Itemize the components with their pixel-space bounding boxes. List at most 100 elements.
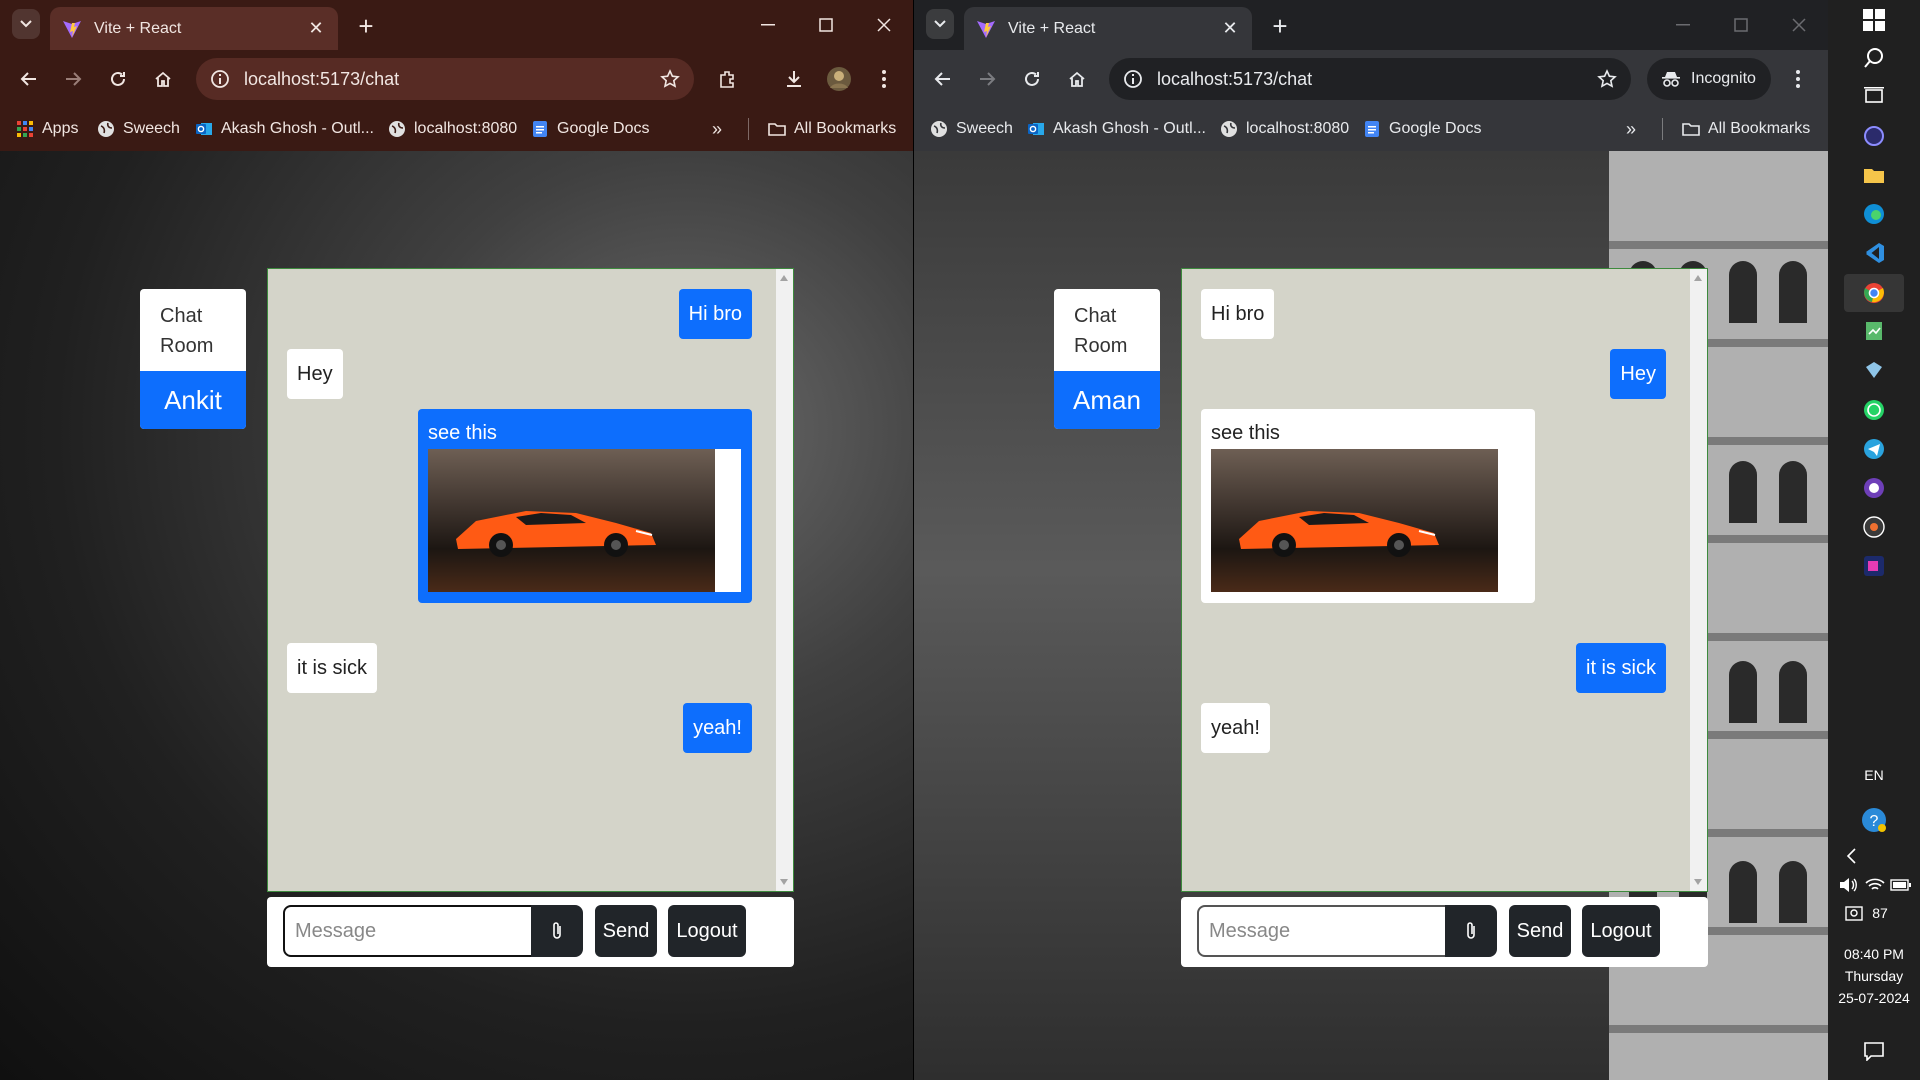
- minimize-icon[interactable]: [739, 0, 797, 50]
- more-bookmarks-chevron-icon[interactable]: »: [1626, 117, 1636, 141]
- chat-messages[interactable]: Hi bro Hey see this it is sick yeah!: [267, 268, 794, 892]
- all-bookmarks[interactable]: All Bookmarks: [1682, 117, 1810, 141]
- send-button[interactable]: Send: [1509, 905, 1571, 957]
- wifi-icon[interactable]: [1862, 872, 1888, 898]
- notification-center-icon[interactable]: [1861, 1038, 1887, 1064]
- bookmark-sweech[interactable]: Sweech: [930, 117, 1013, 141]
- app-icon[interactable]: [1861, 357, 1887, 383]
- home-icon[interactable]: [1060, 62, 1094, 96]
- tab-search-chevron-icon[interactable]: [926, 9, 954, 39]
- chrome-icon[interactable]: [1844, 274, 1904, 312]
- tab-close-icon[interactable]: ✕: [306, 18, 326, 39]
- vite-icon: [977, 20, 995, 38]
- reload-icon[interactable]: [1015, 62, 1049, 96]
- clock-time[interactable]: 08:40 PM: [1828, 944, 1920, 964]
- incognito-indicator[interactable]: Incognito: [1647, 58, 1771, 100]
- car-image[interactable]: [1211, 449, 1498, 592]
- address-bar[interactable]: localhost:5173/chat: [1109, 58, 1631, 100]
- vscode-icon[interactable]: [1861, 240, 1887, 266]
- bookmark-star-icon[interactable]: [1597, 69, 1617, 89]
- github-desktop-icon[interactable]: [1861, 475, 1887, 501]
- reload-icon[interactable]: [101, 62, 135, 96]
- notes-app-icon[interactable]: [1861, 318, 1887, 344]
- globe-icon: [1221, 121, 1237, 137]
- file-explorer-icon[interactable]: [1861, 162, 1887, 188]
- message-composer: Message Send Logout: [1181, 897, 1708, 967]
- language-indicator[interactable]: EN: [1828, 765, 1920, 785]
- forward-icon[interactable]: [56, 62, 90, 96]
- whatsapp-icon[interactable]: [1861, 397, 1887, 423]
- current-user[interactable]: Aman: [1054, 371, 1160, 429]
- download-icon[interactable]: [777, 62, 811, 96]
- maximize-icon[interactable]: [797, 0, 855, 50]
- close-icon[interactable]: [855, 0, 913, 50]
- bookmark-google-docs[interactable]: Google Docs: [531, 117, 650, 141]
- tab-close-icon[interactable]: ✕: [1220, 18, 1240, 39]
- extensions-icon[interactable]: [711, 62, 745, 96]
- minimize-icon[interactable]: [1654, 0, 1712, 50]
- bookmarks-bar: Sweech Akash Ghosh - Outl... localhost:8…: [914, 107, 1828, 151]
- scroll-up-icon[interactable]: [780, 275, 788, 281]
- logout-button[interactable]: Logout: [668, 905, 746, 957]
- chevron-left-icon[interactable]: [1838, 843, 1864, 869]
- home-icon[interactable]: [146, 62, 180, 96]
- site-info-icon[interactable]: [1123, 69, 1143, 89]
- new-tab-icon[interactable]: +: [352, 11, 380, 41]
- site-info-icon[interactable]: [210, 69, 230, 89]
- bookmark-outlook[interactable]: Akash Ghosh - Outl...: [1027, 117, 1206, 141]
- maximize-icon[interactable]: [1712, 0, 1770, 50]
- address-bar[interactable]: localhost:5173/chat: [196, 58, 694, 100]
- attach-paperclip-icon[interactable]: [1445, 905, 1497, 957]
- message-input[interactable]: Message: [283, 905, 533, 957]
- car-image[interactable]: [428, 449, 715, 592]
- photoshop-icon[interactable]: [1861, 553, 1887, 579]
- new-tab-icon[interactable]: +: [1266, 11, 1294, 41]
- chat-sidebar: Chat Room Ankit: [140, 289, 246, 429]
- scroll-down-icon[interactable]: [780, 879, 788, 885]
- tab-title: Vite + React: [1008, 19, 1096, 37]
- bookmark-google-docs[interactable]: Google Docs: [1363, 117, 1482, 141]
- obs-icon[interactable]: [1861, 514, 1887, 540]
- back-icon[interactable]: [12, 62, 46, 96]
- menu-kebab-icon[interactable]: [1781, 62, 1815, 96]
- help-icon[interactable]: ?: [1861, 807, 1887, 833]
- attach-paperclip-icon[interactable]: [531, 905, 583, 957]
- telegram-icon[interactable]: [1861, 436, 1887, 462]
- bookmark-star-icon[interactable]: [660, 69, 680, 89]
- forward-icon[interactable]: [970, 62, 1004, 96]
- scroll-up-icon[interactable]: [1694, 275, 1702, 281]
- back-icon[interactable]: [926, 62, 960, 96]
- send-button[interactable]: Send: [595, 905, 657, 957]
- tab-vite-react[interactable]: Vite + React ✕: [964, 7, 1252, 50]
- current-user[interactable]: Ankit: [140, 371, 246, 429]
- chat-messages[interactable]: Hi bro Hey see this it is sick yeah!: [1181, 268, 1708, 892]
- all-bookmarks[interactable]: All Bookmarks: [768, 117, 896, 141]
- task-view-icon[interactable]: [1861, 83, 1887, 109]
- battery-icon[interactable]: [1888, 872, 1914, 898]
- more-bookmarks-chevron-icon[interactable]: »: [712, 117, 722, 141]
- menu-kebab-icon[interactable]: [867, 62, 901, 96]
- scroll-down-icon[interactable]: [1694, 879, 1702, 885]
- bookmark-sweech[interactable]: Sweech: [97, 117, 180, 141]
- bookmark-outlook[interactable]: Akash Ghosh - Outl...: [195, 117, 374, 141]
- tab-vite-react[interactable]: Vite + React ✕: [50, 7, 338, 50]
- search-icon[interactable]: [1861, 45, 1887, 71]
- message-input[interactable]: Message: [1197, 905, 1447, 957]
- profile-avatar[interactable]: [822, 62, 856, 96]
- clock-app-icon[interactable]: [1861, 123, 1887, 149]
- window-controls: [739, 0, 913, 50]
- image-message: see this: [418, 409, 752, 603]
- bookmark-localhost[interactable]: localhost:8080: [388, 117, 517, 141]
- tab-search-chevron-icon[interactable]: [12, 9, 40, 39]
- bookmark-localhost[interactable]: localhost:8080: [1220, 117, 1349, 141]
- logout-button[interactable]: Logout: [1582, 905, 1660, 957]
- windows-start-icon[interactable]: [1861, 7, 1887, 33]
- globe-icon: [931, 121, 947, 137]
- scrollbar[interactable]: [1690, 269, 1707, 891]
- volume-icon[interactable]: [1836, 872, 1862, 898]
- close-icon[interactable]: [1770, 0, 1828, 50]
- edge-icon[interactable]: [1861, 201, 1887, 227]
- scrollbar[interactable]: [776, 269, 793, 891]
- bookmark-apps[interactable]: Apps: [16, 117, 78, 141]
- outlook-icon: [1028, 123, 1044, 135]
